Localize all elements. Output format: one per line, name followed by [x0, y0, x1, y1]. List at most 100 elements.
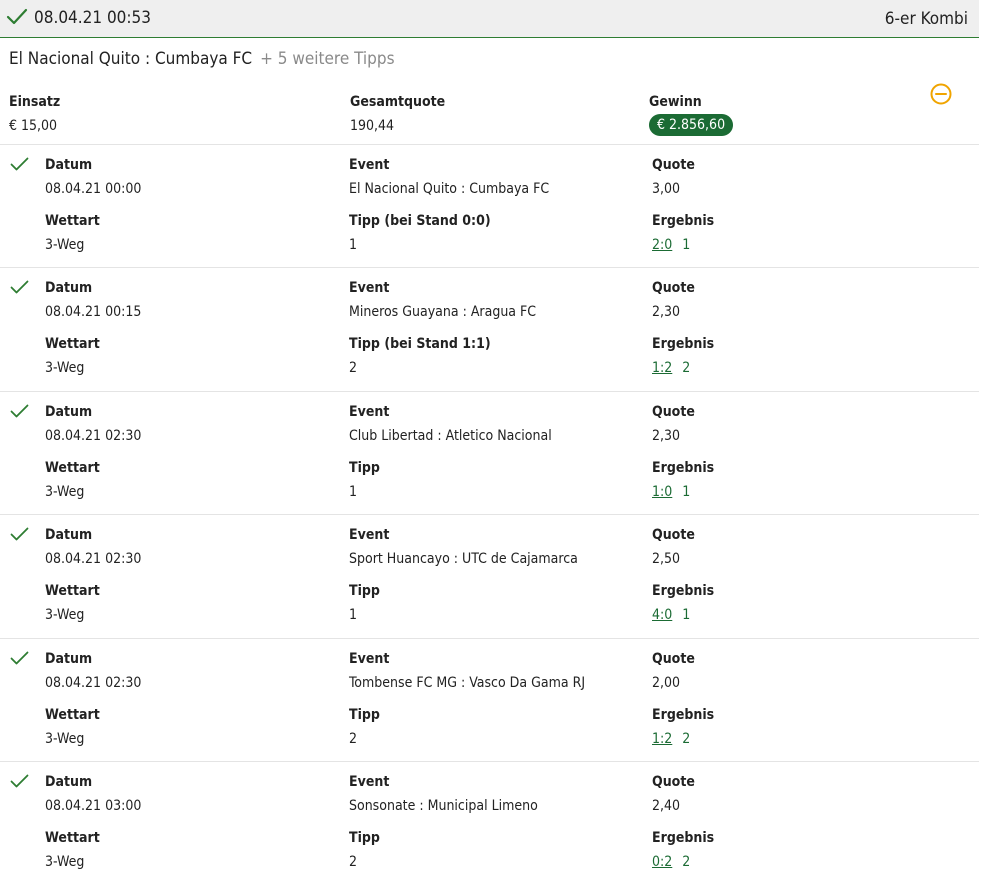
wettart-label: Wettart	[45, 213, 100, 229]
datum-value: 08.04.21 02:30	[45, 428, 142, 444]
score-link[interactable]: 1:0	[652, 484, 672, 500]
quote-label: Quote	[652, 280, 695, 296]
ergebnis-label: Ergebnis	[652, 583, 715, 599]
event-value: Club Libertad : Atletico Nacional	[349, 428, 552, 444]
checkmark-icon	[10, 774, 29, 788]
gewinn-label: Gewinn	[649, 94, 702, 110]
event-value: Sonsonate : Municipal Limeno	[349, 798, 538, 814]
quote-value: 2,30	[652, 428, 681, 444]
quote-value: 3,00	[652, 181, 681, 197]
bet-leg: Datum 08.04.21 02:30 Event Sport Huancay…	[0, 514, 979, 638]
wettart-label: Wettart	[45, 336, 100, 352]
quote-label: Quote	[652, 527, 695, 543]
more-tips: + 5 weitere Tipps	[260, 49, 395, 69]
datum-label: Datum	[45, 527, 93, 543]
quote-label: Quote	[652, 157, 695, 173]
wettart-value: 3-Weg	[45, 731, 85, 747]
match-title: El Nacional Quito : Cumbaya FC	[9, 49, 253, 69]
quote-value: 2,50	[652, 551, 681, 567]
datum-value: 08.04.21 02:30	[45, 675, 142, 691]
checkmark-icon	[10, 280, 29, 294]
checkmark-icon	[10, 651, 29, 665]
event-value: Tombense FC MG : Vasco Da Gama RJ	[349, 675, 586, 691]
event-label: Event	[349, 527, 390, 543]
tipp-label: Tipp	[349, 583, 380, 599]
gesamtquote-value: 190,44	[350, 118, 395, 134]
quote-value: 2,30	[652, 304, 681, 320]
ergebnis-label: Ergebnis	[652, 336, 715, 352]
outcome-value: 2	[682, 360, 691, 376]
datum-label: Datum	[45, 404, 93, 420]
tipp-value: 2	[349, 854, 358, 870]
event-label: Event	[349, 404, 390, 420]
score-link[interactable]: 2:0	[652, 237, 672, 253]
wettart-value: 3-Weg	[45, 360, 85, 376]
tipp-label: Tipp (bei Stand 0:0)	[349, 213, 491, 229]
bet-leg: Datum 08.04.21 03:00 Event Sonsonate : M…	[0, 761, 979, 885]
event-label: Event	[349, 651, 390, 667]
tipp-value: 2	[349, 360, 358, 376]
datum-label: Datum	[45, 280, 93, 296]
checkmark-icon	[6, 8, 28, 25]
tipp-value: 1	[349, 484, 358, 500]
ergebnis-value: 1:2 2	[652, 731, 690, 747]
tipp-value: 1	[349, 607, 358, 623]
wettart-label: Wettart	[45, 830, 100, 846]
quote-label: Quote	[652, 774, 695, 790]
wettart-value: 3-Weg	[45, 484, 85, 500]
einsatz-label: Einsatz	[9, 94, 61, 110]
score-link[interactable]: 4:0	[652, 607, 672, 623]
wettart-value: 3-Weg	[45, 854, 85, 870]
checkmark-icon	[10, 527, 29, 541]
ergebnis-label: Ergebnis	[652, 213, 715, 229]
bet-type: 6-er Kombi	[884, 9, 968, 29]
datum-value: 08.04.21 03:00	[45, 798, 142, 814]
wettart-label: Wettart	[45, 707, 100, 723]
event-value: Sport Huancayo : UTC de Cajamarca	[349, 551, 578, 567]
bet-leg: Datum 08.04.21 00:15 Event Mineros Guaya…	[0, 267, 979, 391]
tipp-value: 1	[349, 237, 358, 253]
gewinn-badge: € 2.856,60	[649, 114, 734, 136]
ergebnis-value: 1:0 1	[652, 484, 690, 500]
wettart-value: 3-Weg	[45, 607, 85, 623]
quote-label: Quote	[652, 651, 695, 667]
datum-value: 08.04.21 02:30	[45, 551, 142, 567]
quote-label: Quote	[652, 404, 695, 420]
score-link[interactable]: 1:2	[652, 360, 672, 376]
event-label: Event	[349, 774, 390, 790]
event-label: Event	[349, 157, 390, 173]
quote-value: 2,00	[652, 675, 681, 691]
wettart-label: Wettart	[45, 583, 100, 599]
gesamtquote-label: Gesamtquote	[350, 94, 446, 110]
datum-label: Datum	[45, 774, 93, 790]
bet-header[interactable]: 08.04.21 00:53 6-er Kombi	[0, 0, 979, 38]
event-value: El Nacional Quito : Cumbaya FC	[349, 181, 550, 197]
tipp-label: Tipp	[349, 460, 380, 476]
bet-leg: Datum 08.04.21 02:30 Event Tombense FC M…	[0, 638, 979, 762]
datum-value: 08.04.21 00:00	[45, 181, 142, 197]
checkmark-icon	[10, 157, 29, 171]
tipp-label: Tipp	[349, 830, 380, 846]
ergebnis-label: Ergebnis	[652, 460, 715, 476]
outcome-value: 2	[682, 854, 691, 870]
tipp-value: 2	[349, 731, 358, 747]
wettart-value: 3-Weg	[45, 237, 85, 253]
outcome-value: 1	[682, 484, 691, 500]
score-link[interactable]: 1:2	[652, 731, 672, 747]
outcome-value: 1	[682, 607, 691, 623]
checkmark-icon	[10, 404, 29, 418]
datum-label: Datum	[45, 651, 93, 667]
bet-leg: Datum 08.04.21 00:00 Event El Nacional Q…	[0, 144, 979, 268]
ergebnis-value: 2:0 1	[652, 237, 690, 253]
datum-label: Datum	[45, 157, 93, 173]
quote-value: 2,40	[652, 798, 681, 814]
minus-circle-icon[interactable]	[929, 82, 953, 106]
outcome-value: 1	[682, 237, 691, 253]
event-label: Event	[349, 280, 390, 296]
ergebnis-value: 4:0 1	[652, 607, 690, 623]
ergebnis-value: 0:2 2	[652, 854, 690, 870]
wettart-label: Wettart	[45, 460, 100, 476]
tipp-label: Tipp	[349, 707, 380, 723]
einsatz-value: € 15,00	[9, 118, 58, 134]
score-link[interactable]: 0:2	[652, 854, 672, 870]
